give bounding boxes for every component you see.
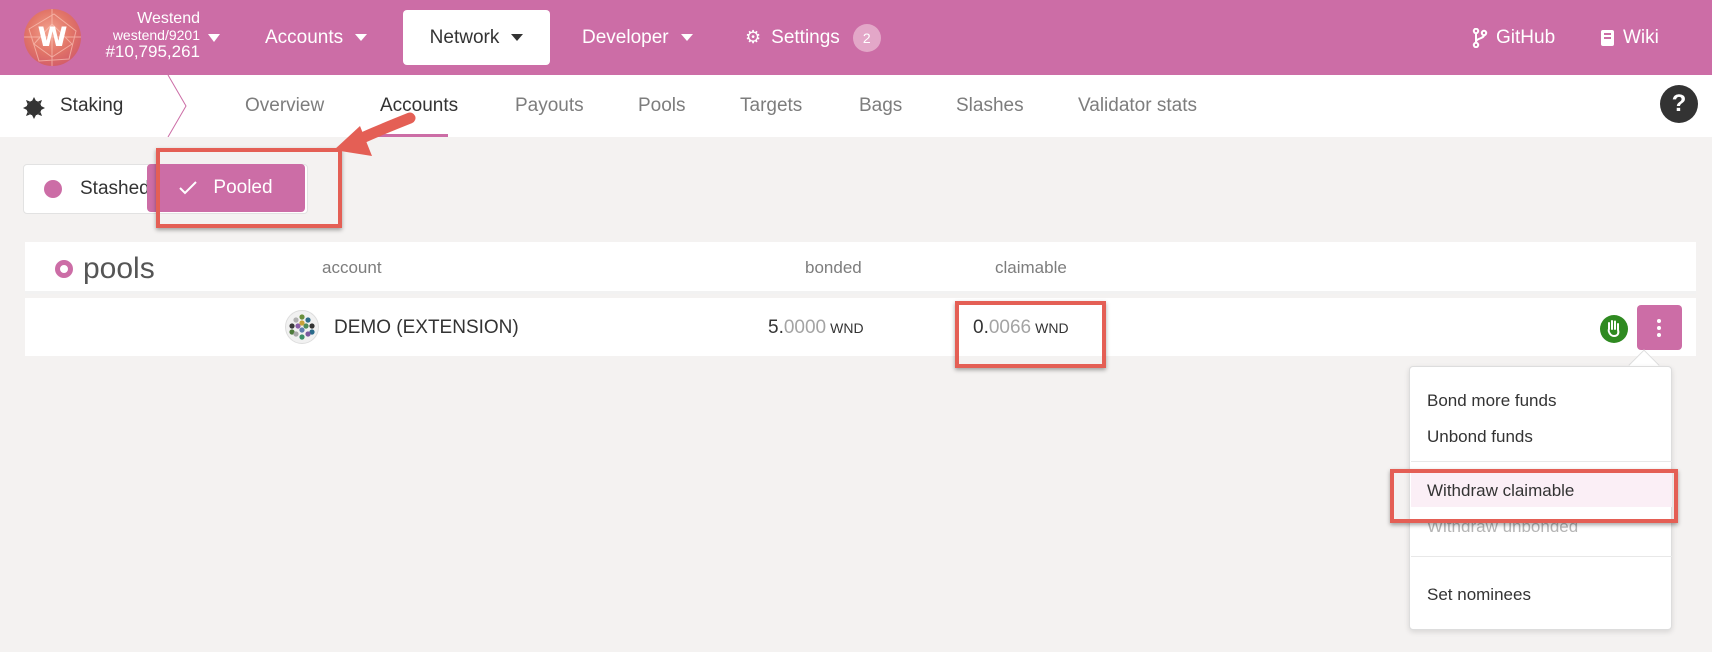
column-header-account: account: [322, 258, 382, 277]
tab-overview[interactable]: Overview: [245, 95, 324, 117]
radio-dot-icon: [44, 180, 62, 198]
chain-selector[interactable]: Westend westend/9201 #10,795,261: [90, 10, 200, 62]
hand-icon: [1607, 320, 1620, 338]
identicon-icon: [289, 314, 315, 340]
section-title: Staking: [60, 95, 124, 116]
chain-runtime: westend/9201: [112, 26, 200, 43]
staking-badge-icon: [23, 97, 45, 119]
tab-pools[interactable]: Pools: [638, 95, 686, 117]
nav-network-label: Network: [429, 26, 500, 48]
pools-table-header: pools account bonded claimable: [25, 242, 1696, 294]
top-navigation-bar: W Westend westend/9201 #10,795,261 Accou…: [0, 0, 1712, 75]
book-icon: [1601, 29, 1614, 46]
settings-count-badge: 2: [852, 23, 881, 52]
menu-item-unbond[interactable]: Unbond funds: [1427, 427, 1533, 447]
chain-logo[interactable]: W: [24, 9, 81, 66]
nav-developer-label: Developer: [582, 26, 669, 48]
menu-divider: [1411, 556, 1672, 557]
tab-targets[interactable]: Targets: [740, 95, 802, 117]
nav-github[interactable]: GitHub: [1472, 10, 1555, 65]
kebab-dot: [1657, 333, 1661, 337]
column-header-bonded: bonded: [805, 258, 862, 277]
tab-payouts[interactable]: Payouts: [515, 95, 584, 117]
identicon[interactable]: [285, 310, 319, 344]
account-name[interactable]: DEMO (EXTENSION): [334, 317, 519, 339]
annotation-box-claimable: [955, 301, 1106, 368]
nav-network[interactable]: Network: [403, 10, 550, 65]
bonded-amount: 5.0000 WND: [768, 317, 864, 339]
bonded-frac: 0000: [783, 317, 827, 338]
pool-ring-icon: [55, 260, 73, 278]
nav-accounts-label: Accounts: [265, 26, 344, 48]
chevron-down-icon: [355, 34, 368, 41]
block-number: #10,795,261: [105, 41, 200, 61]
nav-github-label: GitHub: [1496, 26, 1556, 48]
tab-validator-stats[interactable]: Validator stats: [1078, 95, 1197, 117]
breadcrumb-separator: [167, 75, 187, 137]
logo-letter: W: [37, 22, 68, 53]
nav-wiki-label: Wiki: [1623, 26, 1659, 48]
status-indicator: [1600, 315, 1628, 343]
help-button[interactable]: ?: [1660, 85, 1698, 123]
nav-wiki[interactable]: Wiki: [1600, 10, 1659, 65]
table-row: DEMO (EXTENSION) 5.0000 WND 0.0066 WND: [25, 298, 1696, 356]
gears-icon: ⚙: [745, 27, 762, 47]
nav-settings-label: Settings: [771, 26, 840, 48]
table-title-text: pools: [83, 252, 155, 285]
stashed-option[interactable]: Stashed: [44, 165, 150, 213]
nav-developer[interactable]: Developer: [582, 10, 693, 65]
code-branch-icon: [1472, 27, 1488, 48]
chevron-down-icon[interactable]: [208, 34, 220, 42]
tab-bags[interactable]: Bags: [859, 95, 902, 117]
table-title: pools: [55, 252, 155, 286]
bonded-unit: WND: [830, 320, 864, 336]
annotation-box-pooled: [156, 148, 342, 228]
column-header-claimable: claimable: [995, 258, 1067, 277]
kebab-dot: [1657, 326, 1661, 330]
menu-item-bond-more[interactable]: Bond more funds: [1427, 391, 1556, 411]
row-actions-button[interactable]: [1637, 305, 1682, 350]
menu-divider: [1411, 461, 1672, 462]
annotation-arrow-icon: [334, 112, 416, 156]
bonded-int: 5.: [768, 317, 784, 338]
tab-slashes[interactable]: Slashes: [956, 95, 1024, 117]
nav-settings[interactable]: ⚙ Settings 2: [745, 10, 881, 65]
nav-accounts[interactable]: Accounts: [265, 10, 368, 65]
chain-name: Westend: [137, 10, 200, 27]
kebab-dot: [1657, 319, 1661, 323]
staking-tabs-bar: Staking Overview Accounts Payouts Pools …: [0, 75, 1712, 137]
chevron-down-icon: [511, 34, 524, 41]
stashed-label: Stashed: [80, 178, 150, 199]
chevron-down-icon: [680, 34, 693, 41]
menu-item-set-nominees[interactable]: Set nominees: [1427, 585, 1531, 605]
annotation-box-withdraw-claimable: [1390, 469, 1678, 523]
